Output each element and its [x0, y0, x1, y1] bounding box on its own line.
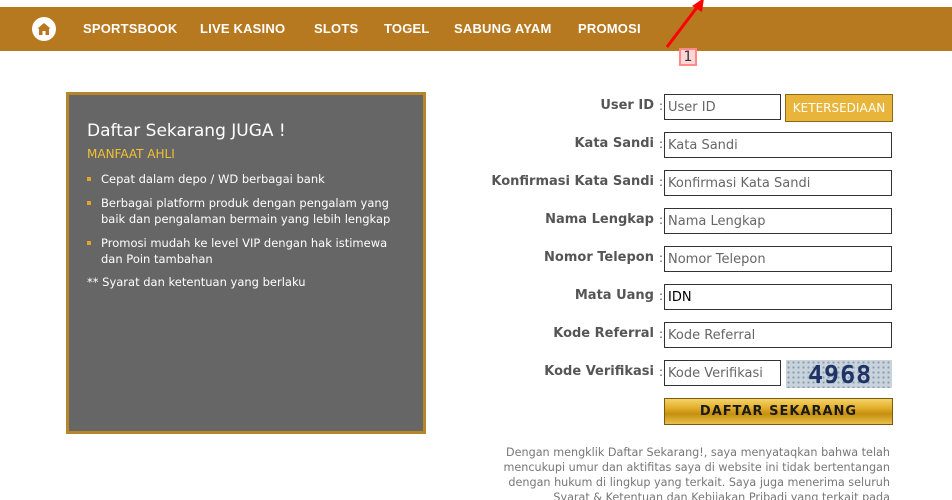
nav-item-live-kasino[interactable]: LIVE KASINO [200, 21, 285, 36]
verification-label: Kode Verifikasi [544, 364, 654, 379]
password-input[interactable] [664, 132, 892, 158]
phone-input[interactable] [664, 246, 892, 272]
nav-item-promosi[interactable]: PROMOSI [578, 21, 641, 36]
confirm-password-label: Konfirmasi Kata Sandi [491, 174, 654, 189]
benefit-text: Berbagai platform produk dengan pengalam… [101, 196, 391, 226]
promo-panel: Daftar Sekarang JUGA ! MANFAAT AHLI Cepa… [66, 92, 426, 434]
register-now-button[interactable]: DAFTAR SEKARANG [664, 398, 893, 425]
user-id-label: User ID [600, 98, 654, 113]
terms-note: ** Syarat dan ketentuan yang berlaku [87, 275, 306, 289]
referral-input[interactable] [664, 322, 892, 348]
phone-label: Nomor Telepon [544, 250, 654, 265]
bullet-icon [87, 177, 91, 181]
colon: : [659, 251, 664, 265]
colon: : [659, 289, 664, 303]
currency-label: Mata Uang [574, 288, 654, 303]
colon: : [659, 137, 664, 151]
captcha-code: 4968 [808, 360, 873, 388]
user-id-input[interactable] [664, 94, 781, 120]
nav-item-slots[interactable]: SLOTS [314, 21, 358, 36]
promo-title: Daftar Sekarang JUGA ! [87, 121, 286, 141]
confirm-password-input[interactable] [664, 170, 892, 196]
nav-item-sportsbook[interactable]: SPORTSBOOK [83, 21, 177, 36]
benefit-item: Cepat dalam depo / WD berbagai bank [87, 171, 405, 187]
full-name-input[interactable] [664, 208, 892, 234]
password-label: Kata Sandi [574, 136, 654, 151]
disclaimer-text: Dengan mengklik Daftar Sekarang!, saya m… [503, 446, 891, 500]
referral-label: Kode Referral [553, 326, 654, 341]
currency-field[interactable] [664, 284, 892, 310]
verification-input[interactable] [664, 360, 781, 386]
annotation-arrow [665, 0, 704, 48]
benefit-item: Promosi mudah ke level VIP dengan hak is… [87, 235, 405, 267]
colon: : [659, 365, 664, 379]
bullet-icon [87, 201, 91, 205]
colon: : [659, 213, 664, 227]
benefit-item: Berbagai platform produk dengan pengalam… [87, 195, 405, 227]
check-availability-button[interactable]: KETERSEDIAAN [785, 94, 893, 122]
benefit-text: Promosi mudah ke level VIP dengan hak is… [101, 236, 388, 266]
home-icon [37, 23, 51, 35]
benefit-list: Cepat dalam depo / WD berbagai bank Berb… [87, 171, 405, 267]
promo-subtitle: MANFAAT AHLI [87, 147, 175, 161]
full-name-label: Nama Lengkap [545, 212, 654, 227]
benefit-text: Cepat dalam depo / WD berbagai bank [101, 172, 325, 186]
colon: : [659, 99, 664, 113]
colon: : [659, 327, 664, 341]
annotation-badge: 1 [679, 48, 697, 66]
nav-item-sabung-ayam[interactable]: SABUNG AYAM [454, 21, 552, 36]
nav-item-togel[interactable]: TOGEL [384, 21, 430, 36]
home-button[interactable] [32, 17, 56, 41]
bullet-icon [87, 241, 91, 245]
colon: : [659, 175, 664, 189]
captcha-image: 4968 [786, 360, 892, 388]
top-nav-bar: SPORTSBOOK LIVE KASINO SLOTS TOGEL SABUN… [0, 7, 952, 51]
